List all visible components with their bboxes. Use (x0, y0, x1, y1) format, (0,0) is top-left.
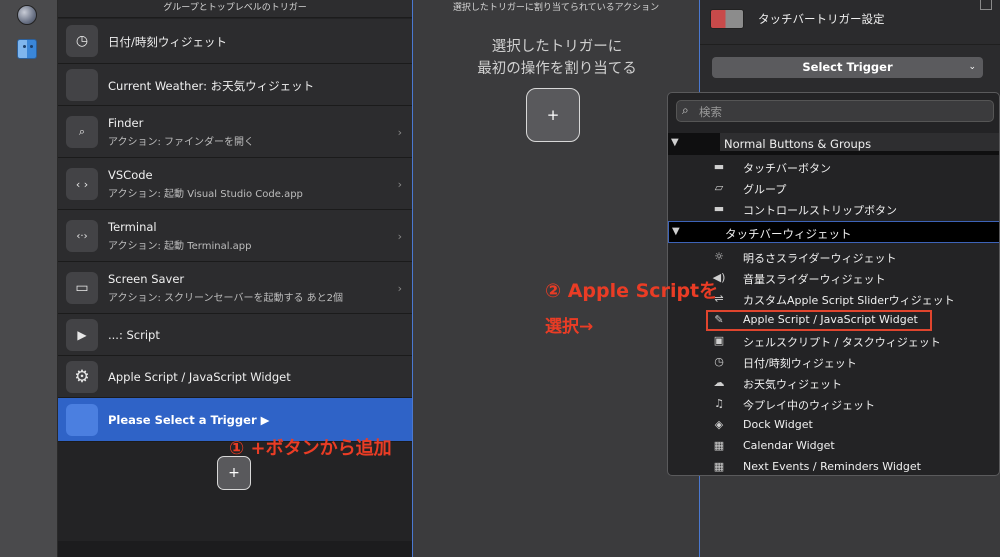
touchbar-icon (710, 9, 744, 29)
trigger-option[interactable]: ♫ 今プレイ中のウィジェット (668, 394, 999, 415)
clock-icon: ◷ (66, 25, 98, 57)
trigger-subtitle: アクション: 起動 Visual Studio Code.app (108, 189, 303, 200)
trigger-title: ...: Script (108, 328, 160, 342)
trigger-title: Terminal (108, 220, 157, 234)
trigger-option[interactable]: ▣ シェルスクリプト / タスクウィジェット (668, 331, 999, 352)
trigger-row-weather[interactable]: Current Weather: お天気ウィジェット (58, 64, 412, 106)
trigger-option-applescript-highlighted[interactable]: ✎ Apple Script / JavaScript Widget (706, 310, 932, 331)
network-globe-icon[interactable] (17, 5, 37, 25)
trigger-list-panel: グループとトップレベルのトリガー ◷ 日付/時刻ウィジェット Current W… (58, 0, 412, 557)
disclosure-triangle-icon[interactable]: ▼ (671, 137, 679, 148)
dock-icon: ◈ (714, 418, 724, 431)
trigger-list-header: グループとトップレベルのトリガー (58, 0, 412, 18)
trigger-title: 日付/時刻ウィジェット (108, 35, 227, 49)
list-footer (58, 541, 412, 557)
group-header-normal-buttons[interactable]: ▼ Normal Buttons & Groups (668, 133, 999, 155)
add-action-button[interactable]: + (526, 88, 580, 142)
divider (700, 44, 1000, 45)
script-icon: ✎ (714, 313, 724, 326)
terminal-icon: ‹·› (66, 220, 98, 252)
chevron-right-icon[interactable]: › (398, 282, 402, 295)
trigger-title: VSCode (108, 168, 153, 182)
gear-icon: ⚙ (66, 361, 98, 393)
control-strip-icon: ▬ (713, 202, 725, 215)
group-header-touchbar-widgets[interactable]: ▼ タッチバーウィジェット (668, 221, 999, 243)
monitor-icon: ▭ (66, 272, 98, 304)
group-label: Normal Buttons & Groups (724, 137, 872, 151)
trigger-row-datetime[interactable]: ◷ 日付/時刻ウィジェット (58, 19, 412, 64)
select-trigger-label: Select Trigger (802, 60, 893, 74)
search-placeholder: 検索 (699, 105, 722, 119)
folder-icon: ▱ (714, 181, 724, 194)
trigger-title: Screen Saver (108, 272, 185, 286)
blank-icon (66, 404, 98, 436)
finder-folder-icon: ⌕ (66, 116, 98, 148)
trigger-option[interactable]: ▱ グループ (668, 178, 999, 199)
search-icon: ⌕ (682, 103, 689, 117)
clock-icon: ◷ (714, 355, 724, 368)
select-trigger-dropdown[interactable]: Select Trigger ⌄ (712, 57, 983, 78)
trigger-settings-panel: タッチバートリガー設定 Select Trigger ⌄ (700, 0, 1000, 98)
events-icon: ▦ (713, 460, 725, 473)
trigger-title: Current Weather: お天気ウィジェット (108, 79, 315, 93)
dock (0, 0, 58, 557)
trigger-option[interactable]: ☼ 明るさスライダーウィジェット (668, 247, 999, 268)
settings-title: タッチバートリガー設定 (758, 12, 885, 26)
window-control[interactable] (980, 0, 992, 10)
trigger-subtitle: アクション: ファインダーを開く (108, 137, 255, 148)
trigger-option[interactable]: ▦ Calendar Widget (668, 436, 999, 457)
chevron-right-icon[interactable]: › (398, 126, 402, 139)
trigger-option[interactable]: ◈ Dock Widget (668, 415, 999, 436)
calendar-icon: ▦ (713, 439, 725, 452)
trigger-row-vscode[interactable]: ‹ › VSCode アクション: 起動 Visual Studio Code.… (58, 158, 412, 210)
youtube-icon: ▶ (66, 319, 98, 351)
add-trigger-button[interactable]: + (217, 456, 251, 490)
empty-message-line2: 最初の操作を割り当てる (477, 61, 637, 77)
trigger-option[interactable]: ☁ お天気ウィジェット (668, 373, 999, 394)
trigger-option[interactable]: ▬ タッチバーボタン (668, 157, 999, 178)
trigger-row-finder[interactable]: ⌕ Finder アクション: ファインダーを開く › (58, 106, 412, 158)
annotation-step2-line2: 選択→ (545, 317, 594, 337)
trigger-option[interactable]: ▦ Next Events / Reminders Widget (668, 457, 999, 475)
chevron-right-icon[interactable]: › (398, 230, 402, 243)
trigger-option[interactable]: ▬ コントロールストリップボタン (668, 199, 999, 220)
shell-icon: ▣ (713, 334, 725, 347)
code-icon: ‹ › (66, 168, 98, 200)
empty-message-line1: 選択したトリガーに (491, 39, 623, 55)
group-label: タッチバーウィジェット (725, 227, 852, 241)
search-field[interactable]: ⌕ 検索 (676, 100, 994, 122)
trigger-row-terminal[interactable]: ‹·› Terminal アクション: 起動 Terminal.app › (58, 210, 412, 262)
trigger-row-screensaver[interactable]: ▭ Screen Saver アクション: スクリーンセーバーを起動する あと2… (58, 262, 412, 314)
cloud-icon: ☁ (713, 376, 725, 389)
annotation-step2-line1: ② Apple Scriptを (545, 280, 719, 302)
trigger-option[interactable]: ◷ 日付/時刻ウィジェット (668, 352, 999, 373)
annotation-step1: ① +ボタンから追加 (229, 438, 392, 459)
touchbar-button-icon: ▬ (713, 160, 725, 173)
trigger-subtitle: アクション: スクリーンセーバーを起動する あと2個 (108, 293, 343, 304)
trigger-subtitle: アクション: 起動 Terminal.app (108, 241, 252, 252)
music-icon: ♫ (714, 397, 724, 410)
trigger-row-script[interactable]: ▶ ...: Script (58, 314, 412, 356)
disclosure-triangle-icon[interactable]: ▼ (672, 226, 680, 237)
chevron-down-icon: ⌄ (968, 62, 976, 72)
action-panel-header: 選択したトリガーに割り当てられているアクション (452, 3, 660, 13)
trigger-title: Apple Script / JavaScript Widget (108, 370, 291, 384)
finder-icon[interactable] (17, 39, 37, 59)
trigger-row-applescript-widget[interactable]: ⚙ Apple Script / JavaScript Widget (58, 356, 412, 398)
weather-icon (66, 69, 98, 101)
trigger-title: Finder (108, 116, 144, 130)
trigger-title: Please Select a Trigger ▶ (108, 413, 270, 427)
brightness-icon: ☼ (714, 250, 724, 263)
chevron-right-icon[interactable]: › (398, 178, 402, 191)
